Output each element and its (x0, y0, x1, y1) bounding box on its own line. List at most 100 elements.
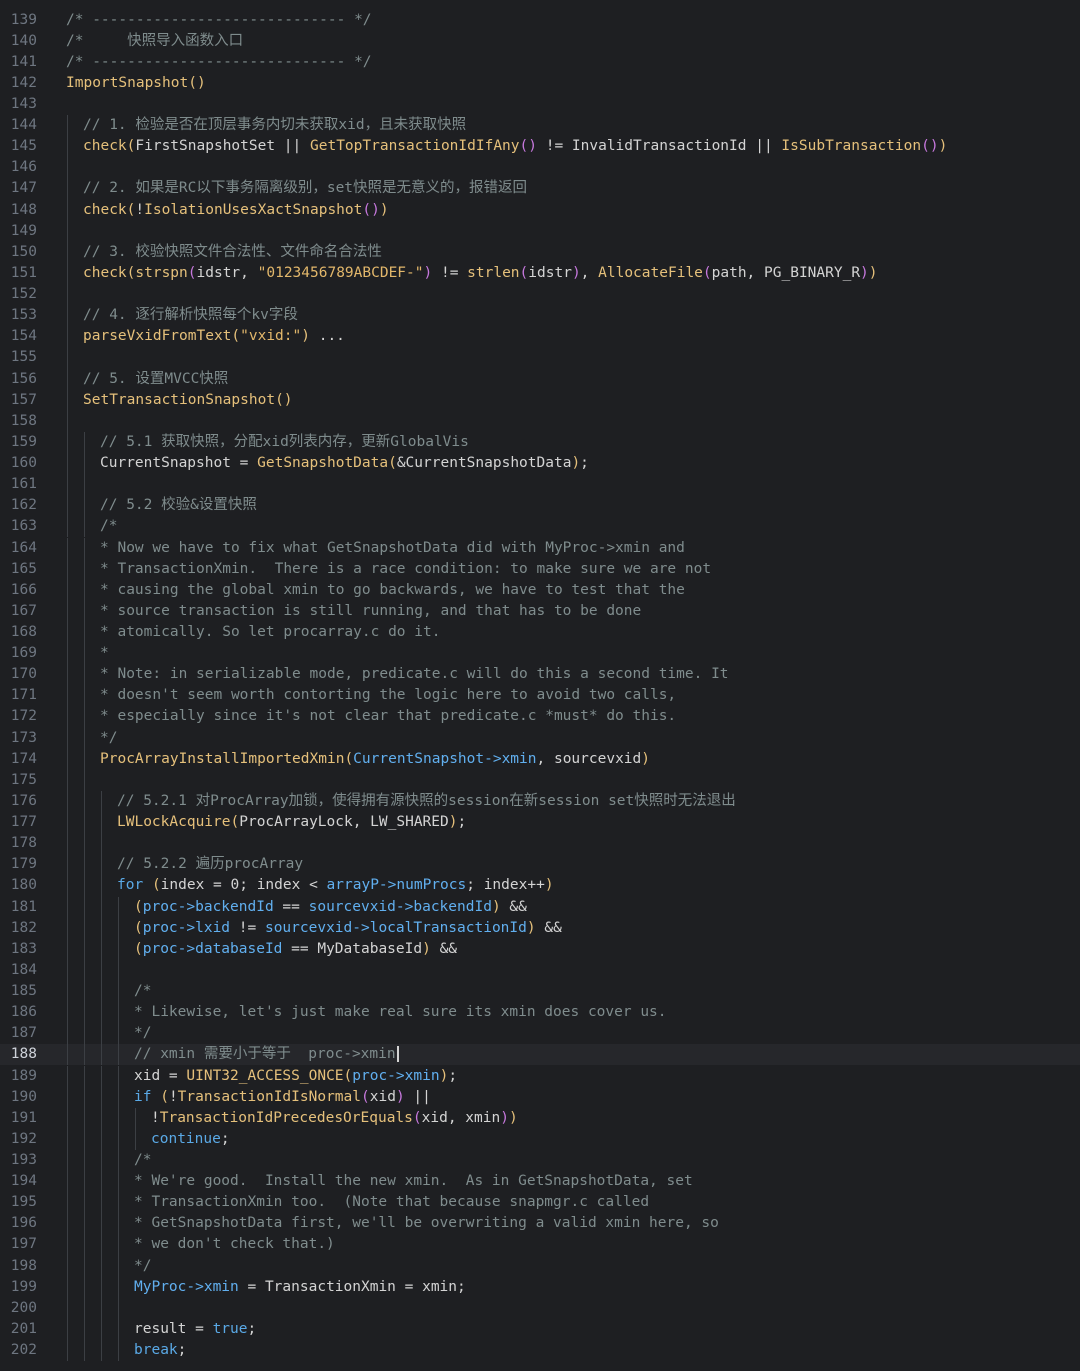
code-line[interactable]: 141 /* ----------------------------- */ (0, 52, 1080, 73)
code-line[interactable]: 167 * source transaction is still running… (0, 601, 1080, 622)
code-line[interactable]: 164 * Now we have to fix what GetSnapshot… (0, 538, 1080, 559)
code-line[interactable]: 181 (proc->backendId == sourcevxid->backe… (0, 897, 1080, 918)
code-line[interactable]: 145 check(FirstSnapshotSet || GetTopTrans… (0, 136, 1080, 157)
code-line[interactable]: 158 (0, 411, 1080, 432)
code-line[interactable]: 159 // 5.1 获取快照，分配xid列表内存，更新GlobalVis (0, 432, 1080, 453)
indent-guide (67, 833, 68, 855)
code-editor[interactable]: 139/* ----------------------------- */14… (0, 0, 1080, 1371)
code-token: ( (702, 264, 712, 281)
code-line[interactable]: 149 (0, 221, 1080, 242)
line-number: 196 (10, 1215, 37, 1232)
code-line[interactable]: 180 for (index = 0; index < arrayP->numPr… (0, 875, 1080, 896)
code-line[interactable]: 144 // 1. 检验是否在顶层事务内切未获取xid，且未获取快照 (0, 115, 1080, 136)
code-line[interactable]: 176 // 5.2.1 对ProcArray加锁，使得拥有源快照的session… (0, 791, 1080, 812)
code-line[interactable]: 195 * TransactionXmin too. (Note that bec… (0, 1192, 1080, 1213)
indent-guide (67, 347, 68, 369)
line-number: 168 (10, 623, 37, 640)
code-line[interactable]: 160 CurrentSnapshot = GetSnapshotData(&Cu… (0, 453, 1080, 474)
code-line[interactable]: 182 (proc->lxid != sourcevxid->localTrans… (0, 918, 1080, 939)
code-line[interactable]: 192 continue; (0, 1129, 1080, 1150)
code-line[interactable]: 199 MyProc->xmin = TransactionXmin = xmin… (0, 1277, 1080, 1298)
code-line[interactable]: 189 xid = UINT32_ACCESS_ONCE(proc->xmin); (0, 1066, 1080, 1087)
code-line[interactable]: 171 * doesn't seem worth contorting the l… (0, 685, 1080, 706)
indent-guide (118, 1276, 119, 1298)
code-token: // 1. 检验是否在顶层事务内切未获取xid，且未获取快照 (83, 117, 467, 134)
code-line[interactable]: 197 * we don't check that.) (0, 1234, 1080, 1255)
code-line[interactable]: 154 parseVxidFromText("vxid:") ... (0, 326, 1080, 347)
code-line[interactable]: 163 /* (0, 516, 1080, 537)
code-line[interactable]: 175 (0, 770, 1080, 791)
code-line[interactable]: 168 * atomically. So let procarray.c do i… (0, 622, 1080, 643)
code-line[interactable]: 184 (0, 960, 1080, 981)
indent-guide (84, 959, 85, 981)
code-token: xid = (134, 1067, 187, 1084)
line-number: 144 (10, 117, 37, 134)
indent-guide (101, 1171, 102, 1193)
indent-guide (84, 516, 85, 538)
code-line[interactable]: 191 !TransactionIdPrecedesOrEquals(xid, x… (0, 1108, 1080, 1129)
code-line[interactable]: 151 check(strspn(idstr, "0123456789ABCDEF… (0, 263, 1080, 284)
code-line[interactable]: 186 * Likewise, let's just make real sure… (0, 1002, 1080, 1023)
code-line[interactable]: 155 (0, 347, 1080, 368)
code-token: ( (231, 328, 241, 345)
code-line[interactable]: 198 */ (0, 1256, 1080, 1277)
code-line[interactable]: 185 /* (0, 981, 1080, 1002)
indent-guide (101, 790, 102, 813)
line-number: 164 (10, 539, 37, 556)
code-line[interactable]: 147 // 2. 如果是RC以下事务隔离级别，set快照是无意义的，报错返回 (0, 178, 1080, 199)
indent-guide (84, 643, 85, 665)
code-line[interactable]: 174 ProcArrayInstallImportedXmin(CurrentS… (0, 749, 1080, 770)
code-line[interactable]: 140 /* 快照导入函数入口 (0, 31, 1080, 52)
indent-guide (118, 1192, 119, 1214)
indent-guide (67, 368, 68, 390)
code-line[interactable]: 201 result = true; (0, 1319, 1080, 1340)
code-line[interactable]: 196 * GetSnapshotData first, we'll be ove… (0, 1213, 1080, 1234)
code-line[interactable]: 193 /* (0, 1150, 1080, 1171)
code-line[interactable]: 178 (0, 833, 1080, 854)
code-line[interactable]: 152 (0, 284, 1080, 305)
code-text: for (index = 0; index < arrayP->numProcs… (117, 875, 554, 896)
code-line[interactable]: 166 * causing the global xmin to go backw… (0, 580, 1080, 601)
code-text: * Likewise, let's just make real sure it… (134, 1002, 667, 1023)
code-line[interactable]: 200 (0, 1298, 1080, 1319)
code-line[interactable]: 173 */ (0, 728, 1080, 749)
code-line[interactable]: 183 (proc->databaseId == MyDatabaseId) && (0, 939, 1080, 960)
code-line[interactable]: 187 */ (0, 1023, 1080, 1044)
code-text: * Now we have to fix what GetSnapshotDat… (100, 538, 685, 559)
code-line[interactable]: 165 * TransactionXmin. There is a race co… (0, 559, 1080, 580)
code-line[interactable]: 139 /* ----------------------------- */ (0, 10, 1080, 31)
code-line[interactable]: 143 (0, 94, 1080, 115)
code-line[interactable]: 172 * especially since it's not clear tha… (0, 706, 1080, 727)
code-line[interactable]: 194 * We're good. Install the new xmin. A… (0, 1171, 1080, 1192)
code-line[interactable]: 202 break; (0, 1340, 1080, 1361)
code-line[interactable]: 156 // 5. 设置MVCC快照 (0, 369, 1080, 390)
code-token: != (230, 919, 265, 936)
code-line[interactable]: 161 (0, 474, 1080, 495)
code-token: // 5. 设置MVCC快照 (83, 370, 229, 387)
code-line[interactable]: 148 check(!IsolationUsesXactSnapshot()) (0, 200, 1080, 221)
code-line[interactable]: 169 * (0, 643, 1080, 664)
code-line[interactable]: 190 if (!TransactionIdIsNormal(xid) || (0, 1087, 1080, 1108)
code-token: ( (187, 264, 197, 281)
code-line[interactable]: 188 // xmin 需要小于等于 proc->xmin (0, 1044, 1080, 1066)
code-line[interactable]: 177 LWLockAcquire(ProcArrayLock, LW_SHARE… (0, 812, 1080, 833)
code-line[interactable]: 142 ImportSnapshot() (0, 73, 1080, 94)
code-token: AllocateFile (598, 264, 703, 281)
code-line[interactable]: 162 // 5.2 校验&设置快照 (0, 495, 1080, 516)
code-line[interactable]: 157 SetTransactionSnapshot() (0, 390, 1080, 411)
code-line[interactable]: 179 // 5.2.2 遍历procArray (0, 854, 1080, 875)
code-text: break; (134, 1340, 186, 1361)
code-line[interactable]: 150 // 3. 校验快照文件合法性、文件命名合法性 (0, 242, 1080, 263)
code-line[interactable]: 153 // 4. 逐行解析快照每个kv字段 (0, 305, 1080, 326)
indent-guide (101, 1297, 102, 1319)
indent-guide (135, 1128, 136, 1150)
code-token: proc->databaseId (142, 940, 283, 957)
code-line[interactable]: 170 * Note: in serializable mode, predica… (0, 664, 1080, 685)
line-number: 157 (10, 391, 37, 408)
indent-guide (84, 1213, 85, 1235)
indent-guide (84, 537, 85, 559)
indent-guide (84, 1128, 85, 1150)
code-text: // 5.1 获取快照，分配xid列表内存，更新GlobalVis (100, 432, 469, 453)
code-line[interactable]: 146 (0, 157, 1080, 178)
